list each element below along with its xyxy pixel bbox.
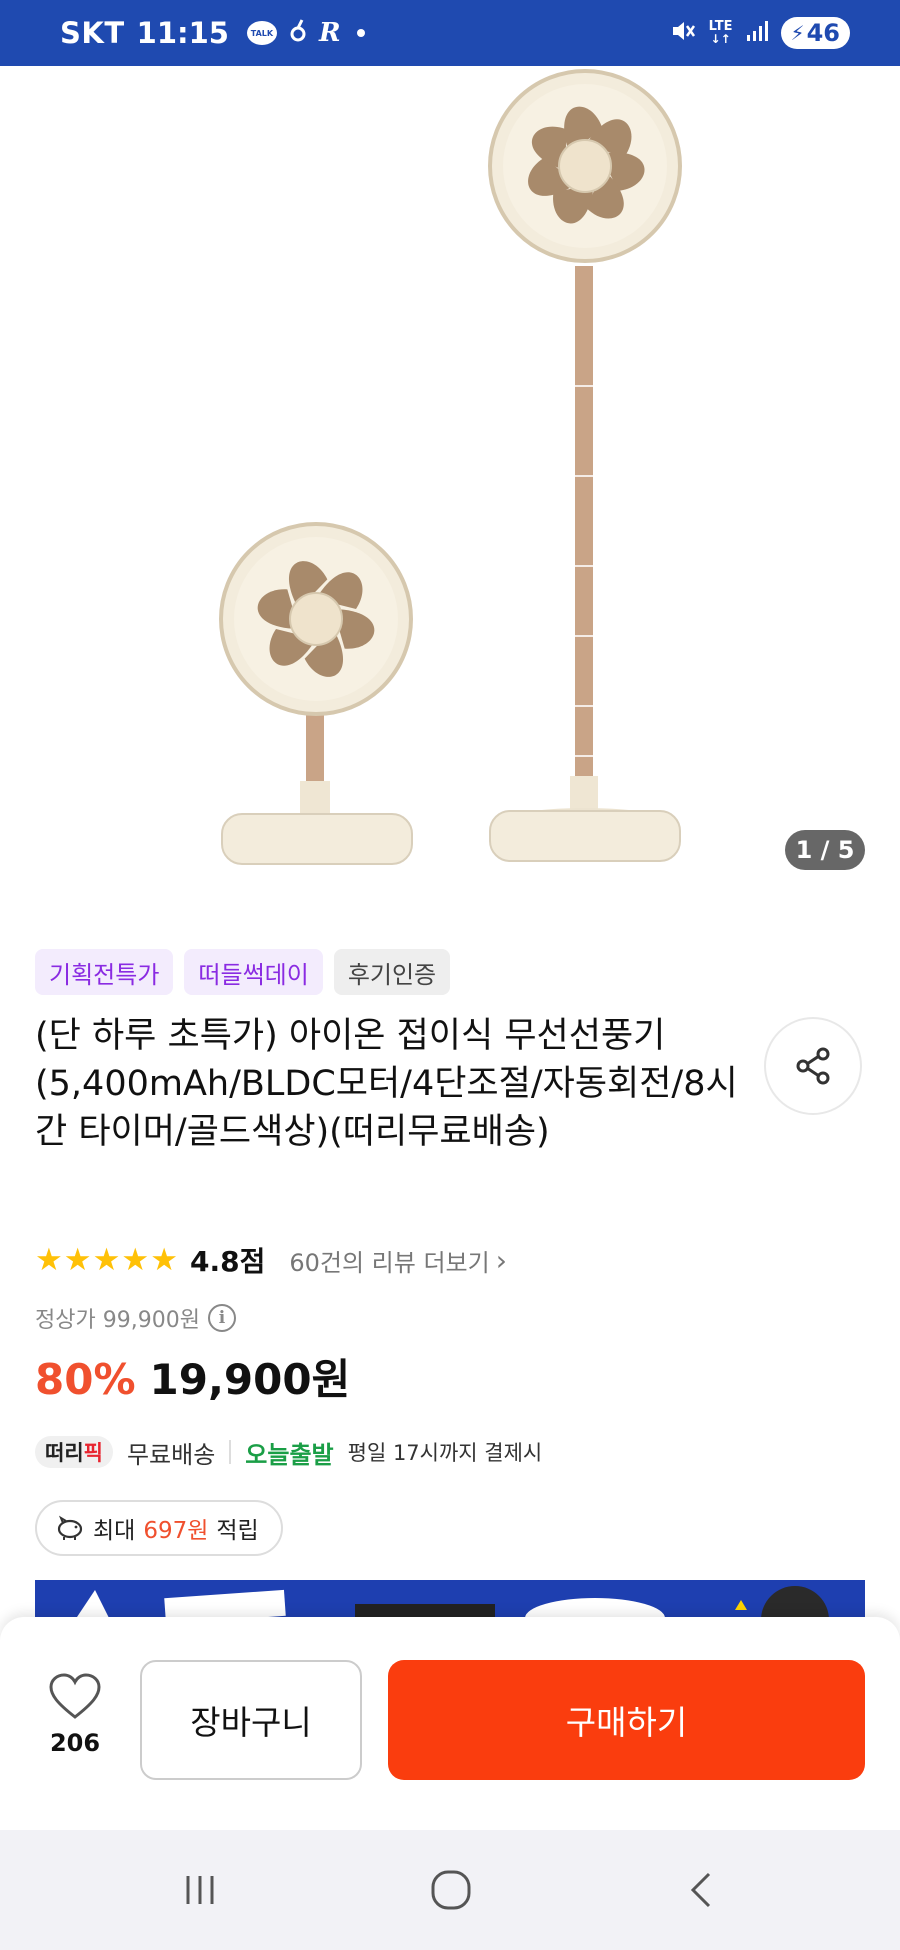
status-bar-left: SKT 11:15 TALK R (60, 0, 365, 66)
discount-rate: 80% (35, 1355, 136, 1404)
banner-artwork (35, 1580, 865, 1620)
battery-charging-icon: ⚡ 46 (780, 17, 850, 49)
same-day-shipping-label: 오늘출발 (245, 1440, 334, 1469)
points-amount: 697원 (143, 1518, 209, 1544)
signal-icon (745, 19, 769, 47)
rating-score: 4.8점 (189, 1245, 266, 1278)
star-icon: ★ (92, 1241, 121, 1278)
system-navigation-bar (0, 1830, 900, 1950)
product-image-gallery[interactable]: 1 / 5 (0, 66, 900, 886)
shipping-row: 떠리 픽 무료배송 오늘출발 평일 17시까지 결제시 (35, 1434, 542, 1470)
product-photo (219, 69, 682, 865)
home-icon (431, 1870, 471, 1910)
star-icon: ★ (63, 1241, 92, 1278)
divider (229, 1440, 232, 1464)
share-icon (796, 1047, 830, 1085)
shipping-cutoff-note: 평일 17시까지 결제시 (347, 1441, 543, 1465)
reviews-link[interactable]: 60건의 리뷰 더보기 › (289, 1243, 507, 1278)
sale-price: 19,900원 (149, 1355, 351, 1404)
share-button[interactable] (764, 1017, 862, 1115)
like-button[interactable]: 206 (40, 1673, 110, 1757)
status-bar-right: LTE ↓↑ ⚡ 46 (669, 0, 850, 66)
regular-price-row: 정상가 99,900원 i (35, 1300, 236, 1336)
app-notification-icon (289, 16, 307, 51)
chevron-right-icon: › (495, 1243, 507, 1277)
points-badge[interactable]: 최대 697원 적립 (35, 1500, 283, 1556)
recent-apps-button[interactable] (165, 1860, 235, 1920)
purchase-action-bar: 206 장바구니 구매하기 (0, 1617, 900, 1830)
battery-level: 46 (806, 19, 840, 47)
back-button[interactable] (668, 1860, 738, 1920)
tag-planned-special: 기획전특가 (35, 949, 174, 995)
star-rating: ★ ★ ★ ★ ★ (35, 1241, 178, 1278)
points-suffix: 적립 (216, 1518, 259, 1544)
recent-apps-icon (186, 1876, 214, 1904)
status-bar: SKT 11:15 TALK R LTE ↓↑ ⚡ 46 (0, 0, 900, 66)
promo-tags: 기획전특가 떠들썩데이 후기인증 (35, 949, 451, 995)
reviews-link-label: 60건의 리뷰 더보기 (289, 1248, 490, 1277)
tag-review-verified: 후기인증 (333, 949, 451, 995)
piggy-bank-icon (57, 1515, 83, 1540)
star-icon: ★ (121, 1241, 150, 1278)
clock: 11:15 (136, 16, 229, 50)
mute-icon (669, 17, 697, 49)
product-title: (단 하루 초특가) 아이온 접이식 무선선풍기(5,400mAh/BLDC모터… (35, 1016, 738, 1152)
heart-icon (49, 1673, 101, 1719)
promo-banner[interactable] (35, 1580, 865, 1620)
info-icon[interactable]: i (207, 1304, 236, 1332)
dot-icon (356, 29, 365, 37)
like-count: 206 (49, 1729, 101, 1757)
points-prefix: 최대 (93, 1518, 136, 1544)
kakaotalk-icon: TALK (246, 21, 277, 45)
star-icon: ★ (150, 1241, 178, 1278)
regular-price: 정상가 99,900원 (35, 1308, 200, 1333)
shipping-brand-suffix: 픽 (83, 1441, 103, 1465)
buy-now-button[interactable]: 구매하기 (388, 1660, 865, 1780)
tag-festival-day: 떠들썩데이 (184, 949, 323, 995)
sale-price-row: 80% 19,900원 (35, 1346, 350, 1406)
shipping-brand-logo: 떠리 픽 (35, 1436, 113, 1468)
add-to-cart-button[interactable]: 장바구니 (140, 1660, 362, 1780)
carrier-label: SKT (60, 16, 125, 50)
rating-row: ★ ★ ★ ★ ★ 4.8점 60건의 리뷰 더보기 › (35, 1240, 507, 1280)
back-icon (690, 1872, 711, 1908)
shipping-brand-prefix: 떠리 (45, 1441, 84, 1465)
image-counter: 1 / 5 (785, 830, 865, 870)
star-icon: ★ (35, 1241, 63, 1278)
free-shipping-label: 무료배송 (126, 1440, 216, 1469)
r-app-icon: R (318, 18, 341, 48)
home-button[interactable] (416, 1860, 486, 1920)
lte-icon: LTE ↓↑ (708, 19, 733, 46)
